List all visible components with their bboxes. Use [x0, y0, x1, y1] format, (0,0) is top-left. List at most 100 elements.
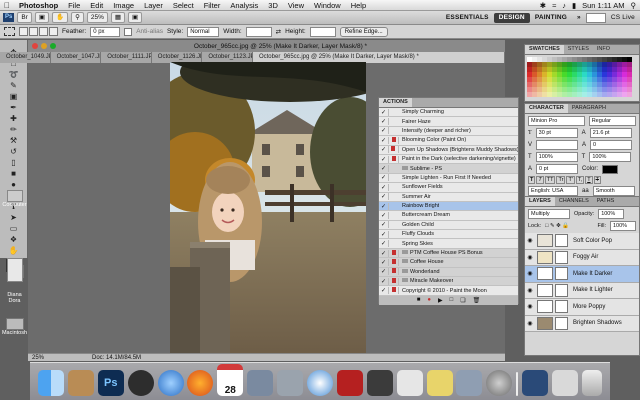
layer-visibility-eye-icon[interactable]: ◉	[525, 303, 535, 310]
layer-row[interactable]: ◉ Brighten Shadows	[525, 315, 639, 332]
layer-visibility-eye-icon[interactable]: ◉	[525, 320, 535, 327]
channels-tab[interactable]: CHANNELS	[555, 197, 593, 206]
eyedropper-tool-icon[interactable]: ✒	[4, 103, 24, 112]
firefox-icon[interactable]	[187, 370, 214, 396]
dialog-toggle-icon[interactable]	[389, 155, 399, 163]
arrange-documents-button[interactable]: ▦	[110, 12, 126, 23]
layer-thumbnail[interactable]	[537, 250, 553, 264]
swatch[interactable]	[627, 92, 632, 97]
action-row[interactable]: ✓ Buttercream Dream	[379, 211, 518, 221]
record-icon[interactable]: ●	[427, 297, 431, 303]
address-book-icon[interactable]	[67, 370, 94, 396]
menu-file[interactable]: File	[63, 1, 85, 10]
action-row[interactable]: ✓ Open Up Shadows (Brightens Muddy Shadow…	[379, 145, 518, 155]
action-toggle-check-icon[interactable]: ✓	[379, 136, 389, 144]
action-toggle-check-icon[interactable]: ✓	[379, 277, 389, 285]
ical-icon[interactable]: 28	[217, 364, 244, 396]
desktop-icon-computer[interactable]: Computer	[1, 190, 28, 208]
spotlight-icon[interactable]: ⚲	[631, 1, 637, 10]
screen-mode-button[interactable]: ▣	[128, 12, 143, 23]
layer-mask-thumbnail[interactable]	[555, 300, 568, 314]
layer-thumbnail[interactable]	[537, 283, 553, 297]
action-row[interactable]: ✓ Simply Charming	[379, 108, 518, 118]
action-set-row[interactable]: ✓ Miracle Makeover	[379, 277, 518, 287]
dodge-tool-icon[interactable]: ●	[4, 180, 24, 189]
refine-edge-button[interactable]: Refine Edge...	[339, 26, 388, 37]
layer-thumbnail[interactable]	[537, 234, 553, 248]
gradient-tool-icon[interactable]: ■	[4, 169, 24, 178]
action-row[interactable]: ✓ Fairer Haze	[379, 117, 518, 127]
action-toggle-check-icon[interactable]: ✓	[379, 183, 389, 191]
shape-tool-icon[interactable]: ▭	[4, 224, 24, 233]
desktop-icon-macintosh[interactable]: Macintosh	[1, 318, 28, 336]
action-toggle-check-icon[interactable]: ✓	[379, 249, 389, 257]
workspace-painting[interactable]: PAINTING	[530, 14, 572, 21]
layer-visibility-eye-icon[interactable]: ◉	[525, 287, 535, 294]
layer-thumbnail[interactable]	[537, 267, 553, 281]
tab-october-1111[interactable]: October_1111.JPG	[101, 52, 152, 63]
close-window-icon[interactable]	[32, 43, 38, 49]
hand-tool-icon[interactable]: ✋	[4, 246, 24, 255]
layer-mask-thumbnail[interactable]	[555, 283, 568, 297]
quick-selection-tool-icon[interactable]: ✎	[4, 81, 24, 90]
swap-icon[interactable]: ⇄	[276, 28, 281, 36]
tab-october-1047[interactable]: October_1047.JPG	[51, 52, 102, 63]
menu-filter[interactable]: Filter	[199, 1, 226, 10]
path-selection-icon[interactable]: ➤	[4, 213, 24, 222]
new-set-icon[interactable]: □	[450, 297, 454, 303]
action-row[interactable]: ✓ Spring Skies	[379, 239, 518, 249]
layer-row[interactable]: ◉ More Poppy	[525, 299, 639, 316]
action-row[interactable]: ✓ Golden Child	[379, 220, 518, 231]
facetime-icon[interactable]	[277, 370, 304, 396]
action-toggle-check-icon[interactable]: ✓	[379, 230, 389, 238]
workspace-more-button[interactable]: »	[572, 14, 586, 21]
dialog-toggle-icon[interactable]	[389, 268, 399, 276]
menu-analysis[interactable]: Analysis	[225, 1, 263, 10]
action-set-row[interactable]: ✓ Wonderland	[379, 267, 518, 278]
dialog-toggle-icon[interactable]	[389, 258, 399, 266]
bridge-button[interactable]: Br	[17, 12, 32, 23]
stickies-icon[interactable]	[426, 370, 453, 396]
apple-menu-icon[interactable]: 	[0, 1, 14, 10]
layer-visibility-eye-icon[interactable]: ◉	[525, 254, 535, 261]
styles-tab[interactable]: STYLES	[564, 45, 593, 54]
eraser-tool-icon[interactable]: ▯	[4, 158, 24, 167]
action-set-row[interactable]: ✓ Sublime - PS	[379, 164, 518, 174]
desktop-icon-diana[interactable]	[1, 258, 28, 282]
action-row[interactable]: ✓ Summer Air	[379, 192, 518, 202]
layer-mask-thumbnail[interactable]	[555, 234, 568, 248]
action-row[interactable]: ✓ Simple Lighten - Run First If Needed	[379, 173, 518, 184]
font-style-select[interactable]: Regular	[588, 116, 636, 126]
action-toggle-check-icon[interactable]: ✓	[379, 174, 389, 182]
action-toggle-check-icon[interactable]: ✓	[379, 240, 389, 248]
character-tab[interactable]: CHARACTER	[525, 104, 568, 113]
style-select[interactable]: Normal	[187, 26, 220, 37]
layer-thumbnail[interactable]	[537, 316, 553, 330]
workspace-design[interactable]: DESIGN	[493, 12, 530, 23]
action-toggle-check-icon[interactable]: ✓	[379, 127, 389, 135]
itunes-music-icon[interactable]	[157, 370, 184, 396]
language-select[interactable]: English: USA	[528, 186, 578, 196]
action-toggle-check-icon[interactable]: ✓	[379, 108, 389, 116]
zoom-tool-button[interactable]: ⚲	[71, 12, 84, 23]
volume-icon[interactable]: ♪	[562, 1, 566, 10]
action-set-row[interactable]: ✓ PTM Coffee House PS Bonus	[379, 248, 518, 259]
fill-input[interactable]: 100%	[610, 221, 636, 231]
swatches-tab[interactable]: SWATCHES	[525, 45, 564, 54]
kerning-input[interactable]	[536, 140, 579, 150]
antialias-select[interactable]: Smooth	[592, 186, 635, 196]
3d-tool-icon[interactable]: ❖	[4, 235, 24, 244]
photoshop-icon[interactable]: Ps	[97, 370, 124, 396]
action-toggle-check-icon[interactable]: ✓	[379, 193, 389, 201]
layer-row[interactable]: ◉ Foggy Air	[525, 249, 639, 266]
system-preferences-icon[interactable]	[486, 370, 513, 396]
zoom-window-icon[interactable]	[50, 43, 56, 49]
history-brush-icon[interactable]: ↺	[4, 147, 24, 156]
trash-icon[interactable]	[581, 370, 602, 396]
clone-stamp-icon[interactable]: ⚒	[4, 136, 24, 145]
text-color-swatch[interactable]	[602, 164, 619, 174]
height-input[interactable]	[309, 26, 336, 37]
action-set-row[interactable]: ✓ Coffee House	[379, 258, 518, 268]
cs-live-button[interactable]: CS Live	[606, 14, 640, 21]
menu-edit[interactable]: Edit	[85, 1, 108, 10]
